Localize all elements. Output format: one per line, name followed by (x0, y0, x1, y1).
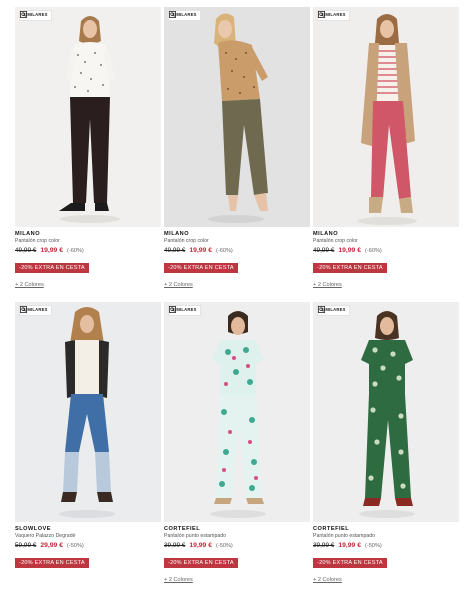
product-brand[interactable]: MILANO (164, 231, 310, 238)
product-image[interactable]: SIMILARES (164, 302, 310, 522)
product-info: SLOWLOVE Vaquero Palazzo Degradé 59,99 €… (15, 522, 161, 590)
promo-badge: -20% EXTRA EN CESTA (164, 558, 238, 568)
sale-price: 29,99 € (40, 542, 64, 549)
discount-percent: (-60%) (216, 248, 233, 254)
similar-search-icon (20, 11, 27, 18)
product-image[interactable]: SIMILARES (15, 302, 161, 522)
more-colors-link[interactable]: + 2 Colores (164, 576, 310, 584)
similar-badge[interactable]: SIMILARES (168, 10, 201, 21)
product-info: MILANO Pantalón crop color 49,99 € 19,99… (313, 227, 459, 295)
similar-search-icon (169, 11, 176, 18)
product-photo-milano-pink (313, 7, 459, 227)
product-photo-milano-khaki (164, 7, 310, 227)
product-name[interactable]: Pantalón punto estampado (313, 533, 459, 540)
product-card[interactable]: SIMILARES MILANO Pantalón crop color 49,… (15, 7, 161, 295)
product-photo-slowlove-jeans (15, 302, 161, 522)
price-row: 59,99 € 29,99 € (-50%) (15, 542, 161, 551)
product-image[interactable]: SIMILARES (313, 302, 459, 522)
product-brand[interactable]: MILANO (15, 231, 161, 238)
product-image[interactable]: SIMILARES (15, 7, 161, 227)
similar-badge[interactable]: SIMILARES (19, 305, 52, 316)
product-photo-milano-black (15, 7, 161, 227)
discount-percent: (-60%) (67, 248, 84, 254)
original-price: 59,99 € (15, 542, 37, 549)
price-row: 49,99 € 19,99 € (-60%) (15, 247, 161, 256)
discount-percent: (-50%) (216, 543, 233, 549)
discount-percent: (-50%) (365, 543, 382, 549)
sale-price: 19,99 € (338, 247, 362, 254)
more-colors-link[interactable]: + 2 Colores (15, 281, 161, 289)
product-name[interactable]: Pantalón crop color (164, 238, 310, 245)
similar-badge[interactable]: SIMILARES (168, 305, 201, 316)
sale-price: 19,99 € (189, 542, 213, 549)
price-row: 39,99 € 19,99 € (-50%) (313, 542, 459, 551)
similar-badge[interactable]: SIMILARES (19, 10, 52, 21)
original-price: 49,99 € (164, 247, 186, 254)
more-colors-link[interactable]: + 2 Colores (313, 576, 459, 584)
product-info: MILANO Pantalón crop color 49,99 € 19,99… (164, 227, 310, 295)
product-card[interactable]: SIMILARES SLOWLOVE Vaquero Palazzo Degra… (15, 302, 161, 590)
similar-search-icon (20, 306, 27, 313)
product-brand[interactable]: SLOWLOVE (15, 526, 161, 533)
original-price: 39,99 € (164, 542, 186, 549)
promo-badge: -20% EXTRA EN CESTA (15, 263, 89, 273)
original-price: 39,99 € (313, 542, 335, 549)
original-price: 49,99 € (313, 247, 335, 254)
promo-badge: -20% EXTRA EN CESTA (164, 263, 238, 273)
promo-badge: -20% EXTRA EN CESTA (313, 558, 387, 568)
product-brand[interactable]: CORTEFIEL (164, 526, 310, 533)
product-card[interactable]: SIMILARES CORTEFIEL Pantalón punto estam… (313, 302, 459, 590)
product-name[interactable]: Pantalón crop color (15, 238, 161, 245)
product-photo-cortefiel-green (313, 302, 459, 522)
price-row: 49,99 € 19,99 € (-60%) (164, 247, 310, 256)
product-info: CORTEFIEL Pantalón punto estampado 39,99… (313, 522, 459, 590)
similar-badge[interactable]: SIMILARES (317, 10, 350, 21)
sale-price: 19,99 € (189, 247, 213, 254)
similar-search-icon (169, 306, 176, 313)
product-grid: SIMILARES MILANO Pantalón crop color 49,… (15, 7, 459, 590)
product-card[interactable]: SIMILARES MILANO Pantalón crop color 49,… (313, 7, 459, 295)
discount-percent: (-50%) (67, 543, 84, 549)
similar-search-icon (318, 306, 325, 313)
product-brand[interactable]: MILANO (313, 231, 459, 238)
product-info: CORTEFIEL Pantalón punto estampado 39,99… (164, 522, 310, 590)
discount-percent: (-60%) (365, 248, 382, 254)
promo-badge: -20% EXTRA EN CESTA (15, 558, 89, 568)
product-card[interactable]: SIMILARES MILANO Pantalón crop color 49,… (164, 7, 310, 295)
original-price: 49,99 € (15, 247, 37, 254)
price-row: 49,99 € 19,99 € (-60%) (313, 247, 459, 256)
sale-price: 19,99 € (40, 247, 64, 254)
product-info: MILANO Pantalón crop color 49,99 € 19,99… (15, 227, 161, 295)
product-image[interactable]: SIMILARES (313, 7, 459, 227)
product-name[interactable]: Pantalón punto estampado (164, 533, 310, 540)
similar-search-icon (318, 11, 325, 18)
sale-price: 19,99 € (338, 542, 362, 549)
product-brand[interactable]: CORTEFIEL (313, 526, 459, 533)
price-row: 39,99 € 19,99 € (-50%) (164, 542, 310, 551)
similar-badge[interactable]: SIMILARES (317, 305, 350, 316)
more-colors-link[interactable]: + 2 Colores (313, 281, 459, 289)
product-photo-cortefiel-print (164, 302, 310, 522)
more-colors-link[interactable]: + 2 Colores (164, 281, 310, 289)
product-name[interactable]: Vaquero Palazzo Degradé (15, 533, 161, 540)
product-name[interactable]: Pantalón crop color (313, 238, 459, 245)
promo-badge: -20% EXTRA EN CESTA (313, 263, 387, 273)
product-card[interactable]: SIMILARES CORTEFIEL Pantalón punto estam… (164, 302, 310, 590)
product-image[interactable]: SIMILARES (164, 7, 310, 227)
